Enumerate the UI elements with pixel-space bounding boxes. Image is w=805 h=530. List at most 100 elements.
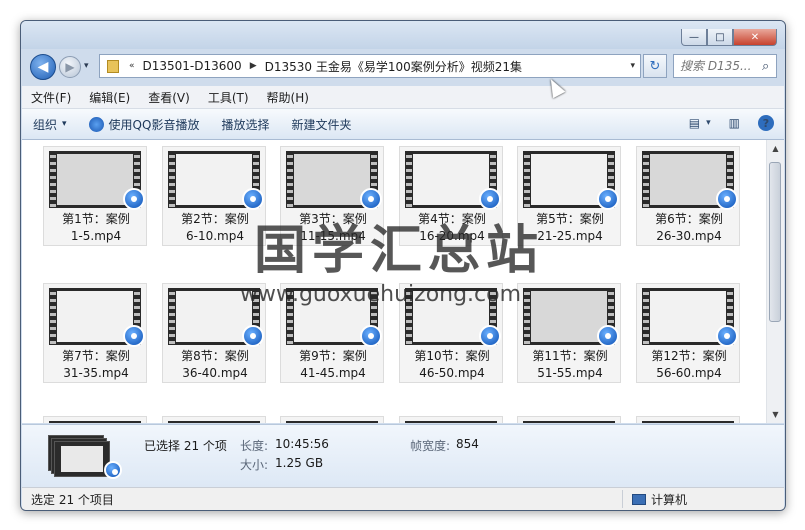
address-bar[interactable]: « D13501-D13600 ▶ D13530 王金易《易学100案例分析》视… (99, 54, 641, 78)
maximize-button[interactable]: □ (707, 29, 733, 46)
file-name-line2: 31-35.mp4 (63, 366, 129, 380)
file-name-line1: 第7节：案例 (62, 349, 130, 363)
file-name-line2: 41-45.mp4 (300, 366, 366, 380)
view-dropdown-icon[interactable]: ▾ (706, 118, 711, 128)
back-arrow-icon: ◀ (37, 59, 49, 75)
file-name-line1: 第4节：案例 (418, 212, 486, 226)
video-thumbnail (523, 421, 615, 423)
file-item[interactable]: 第8节：案例 36-40.mp4 (162, 283, 266, 383)
file-item-partial[interactable] (636, 416, 740, 423)
qq-video-badge-icon (479, 188, 501, 210)
refresh-icon: ↻ (649, 58, 661, 74)
file-item-partial[interactable] (280, 416, 384, 423)
menu-help[interactable]: 帮助(H) (258, 89, 318, 106)
file-item[interactable]: 第7节：案例 31-35.mp4 (43, 283, 147, 383)
file-item[interactable]: 第4节：案例 16-20.mp4 (399, 146, 503, 246)
file-item-partial[interactable] (162, 416, 266, 423)
file-name-line2: 36-40.mp4 (182, 366, 248, 380)
video-thumbnail (642, 421, 734, 423)
file-name: 第2节：案例 6-10.mp4 (163, 211, 267, 245)
file-item[interactable]: 第9节：案例 41-45.mp4 (280, 283, 384, 383)
scroll-up-icon[interactable]: ▲ (767, 140, 784, 157)
file-item[interactable]: 第5节：案例 21-25.mp4 (517, 146, 621, 246)
status-location-label: 计算机 (651, 493, 688, 507)
file-item[interactable]: 第10节：案例 46-50.mp4 (399, 283, 503, 383)
qq-player-icon (88, 116, 104, 132)
scroll-down-icon[interactable]: ▼ (767, 406, 784, 423)
back-button[interactable]: ◀ (30, 54, 56, 80)
file-name: 第11节：案例 51-55.mp4 (518, 348, 622, 382)
size-label: 大小: (240, 458, 269, 472)
breadcrumb: « D13501-D13600 ▶ D13530 王金易《易学100案例分析》视… (119, 58, 522, 75)
refresh-button[interactable]: ↻ (643, 54, 667, 78)
file-name: 第12节：案例 56-60.mp4 (637, 348, 741, 382)
change-view-icon[interactable]: ▤ (689, 116, 700, 130)
close-button[interactable]: ✕ (733, 29, 777, 46)
search-icon[interactable]: ⌕ (762, 59, 769, 74)
vertical-scrollbar[interactable]: ▲ ▼ (766, 140, 784, 423)
recent-pages-dropdown[interactable]: ▾ (84, 61, 89, 71)
file-name-line2: 26-30.mp4 (656, 229, 722, 243)
caption-buttons: — □ ✕ (681, 29, 777, 46)
file-name: 第1节：案例 1-5.mp4 (44, 211, 148, 245)
breadcrumb-item-parent[interactable]: D13501-D13600 (143, 59, 242, 73)
qq-video-badge-icon (360, 188, 382, 210)
file-name-line1: 第12节：案例 (651, 349, 727, 363)
title-bar[interactable]: — □ ✕ (21, 21, 785, 49)
address-dropdown-icon[interactable]: ▾ (630, 61, 635, 71)
overflow-chevron-icon[interactable]: « (129, 61, 135, 71)
scroll-thumb[interactable] (769, 162, 781, 322)
file-name-line2: 46-50.mp4 (419, 366, 485, 380)
menu-view[interactable]: 查看(V) (139, 89, 199, 106)
file-name-line2: 51-55.mp4 (537, 366, 603, 380)
qq-video-badge-icon (242, 325, 264, 347)
length-value: 10:45:56 (275, 437, 329, 451)
preview-pane-icon[interactable]: ▥ (729, 116, 740, 130)
file-item[interactable]: 第11节：案例 51-55.mp4 (517, 283, 621, 383)
file-item-partial[interactable] (399, 416, 503, 423)
file-name: 第10节：案例 46-50.mp4 (400, 348, 504, 382)
file-name-line1: 第3节：案例 (299, 212, 367, 226)
new-folder-button[interactable]: 新建文件夹 (280, 116, 362, 133)
file-item[interactable]: 第1节：案例 1-5.mp4 (43, 146, 147, 246)
file-item-partial[interactable] (43, 416, 147, 423)
play-selection-label: 播放选择 (221, 117, 270, 132)
file-name-line1: 第8节：案例 (181, 349, 249, 363)
file-name-line1: 第10节：案例 (414, 349, 490, 363)
menu-file[interactable]: 文件(F) (22, 89, 80, 106)
file-name-line1: 第5节：案例 (536, 212, 604, 226)
video-thumbnail (405, 421, 497, 423)
minimize-button[interactable]: — (681, 29, 707, 46)
file-item[interactable]: 第12节：案例 56-60.mp4 (636, 283, 740, 383)
play-with-qq-button[interactable]: 使用QQ影音播放 (78, 116, 211, 133)
organize-button[interactable]: 组织 ▾ (22, 116, 78, 133)
play-selection-button[interactable]: 播放选择 (210, 116, 280, 133)
file-name-line2: 56-60.mp4 (656, 366, 722, 380)
file-name: 第7节：案例 31-35.mp4 (44, 348, 148, 382)
file-name-line1: 第1节：案例 (62, 212, 130, 226)
file-view: 第1节：案例 1-5.mp4 第2节：案例 6-10.mp4 第3节：案例 11-15.m… (22, 140, 784, 423)
file-item[interactable]: 第2节：案例 6-10.mp4 (162, 146, 266, 246)
menu-tools[interactable]: 工具(T) (199, 89, 258, 106)
search-box[interactable]: ⌕ (673, 54, 777, 78)
status-bar: 选定 21 个项目 计算机 (22, 487, 784, 510)
menu-edit[interactable]: 编辑(E) (80, 89, 139, 106)
breadcrumb-item-current[interactable]: D13530 王金易《易学100案例分析》视频21集 (265, 58, 522, 75)
file-name-line1: 第2节：案例 (181, 212, 249, 226)
breadcrumb-separator-icon[interactable]: ▶ (250, 61, 257, 71)
file-name-line2: 11-15.mp4 (300, 229, 366, 243)
file-item[interactable]: 第6节：案例 26-30.mp4 (636, 146, 740, 246)
help-icon[interactable]: ? (758, 115, 774, 131)
video-thumbnail (286, 421, 378, 423)
qq-video-badge-icon (123, 325, 145, 347)
frame-width-value: 854 (456, 437, 479, 451)
play-with-qq-label: 使用QQ影音播放 (108, 117, 200, 132)
length-label: 长度: (240, 439, 269, 453)
file-item-partial[interactable] (517, 416, 621, 423)
file-item[interactable]: 第3节：案例 11-15.mp4 (280, 146, 384, 246)
forward-button[interactable]: ▶ (59, 56, 81, 78)
file-name: 第5节：案例 21-25.mp4 (518, 211, 622, 245)
menu-bar: 文件(F) 编辑(E) 查看(V) 工具(T) 帮助(H) (22, 86, 784, 109)
search-input[interactable] (678, 58, 760, 74)
organize-label: 组织 (33, 117, 58, 132)
